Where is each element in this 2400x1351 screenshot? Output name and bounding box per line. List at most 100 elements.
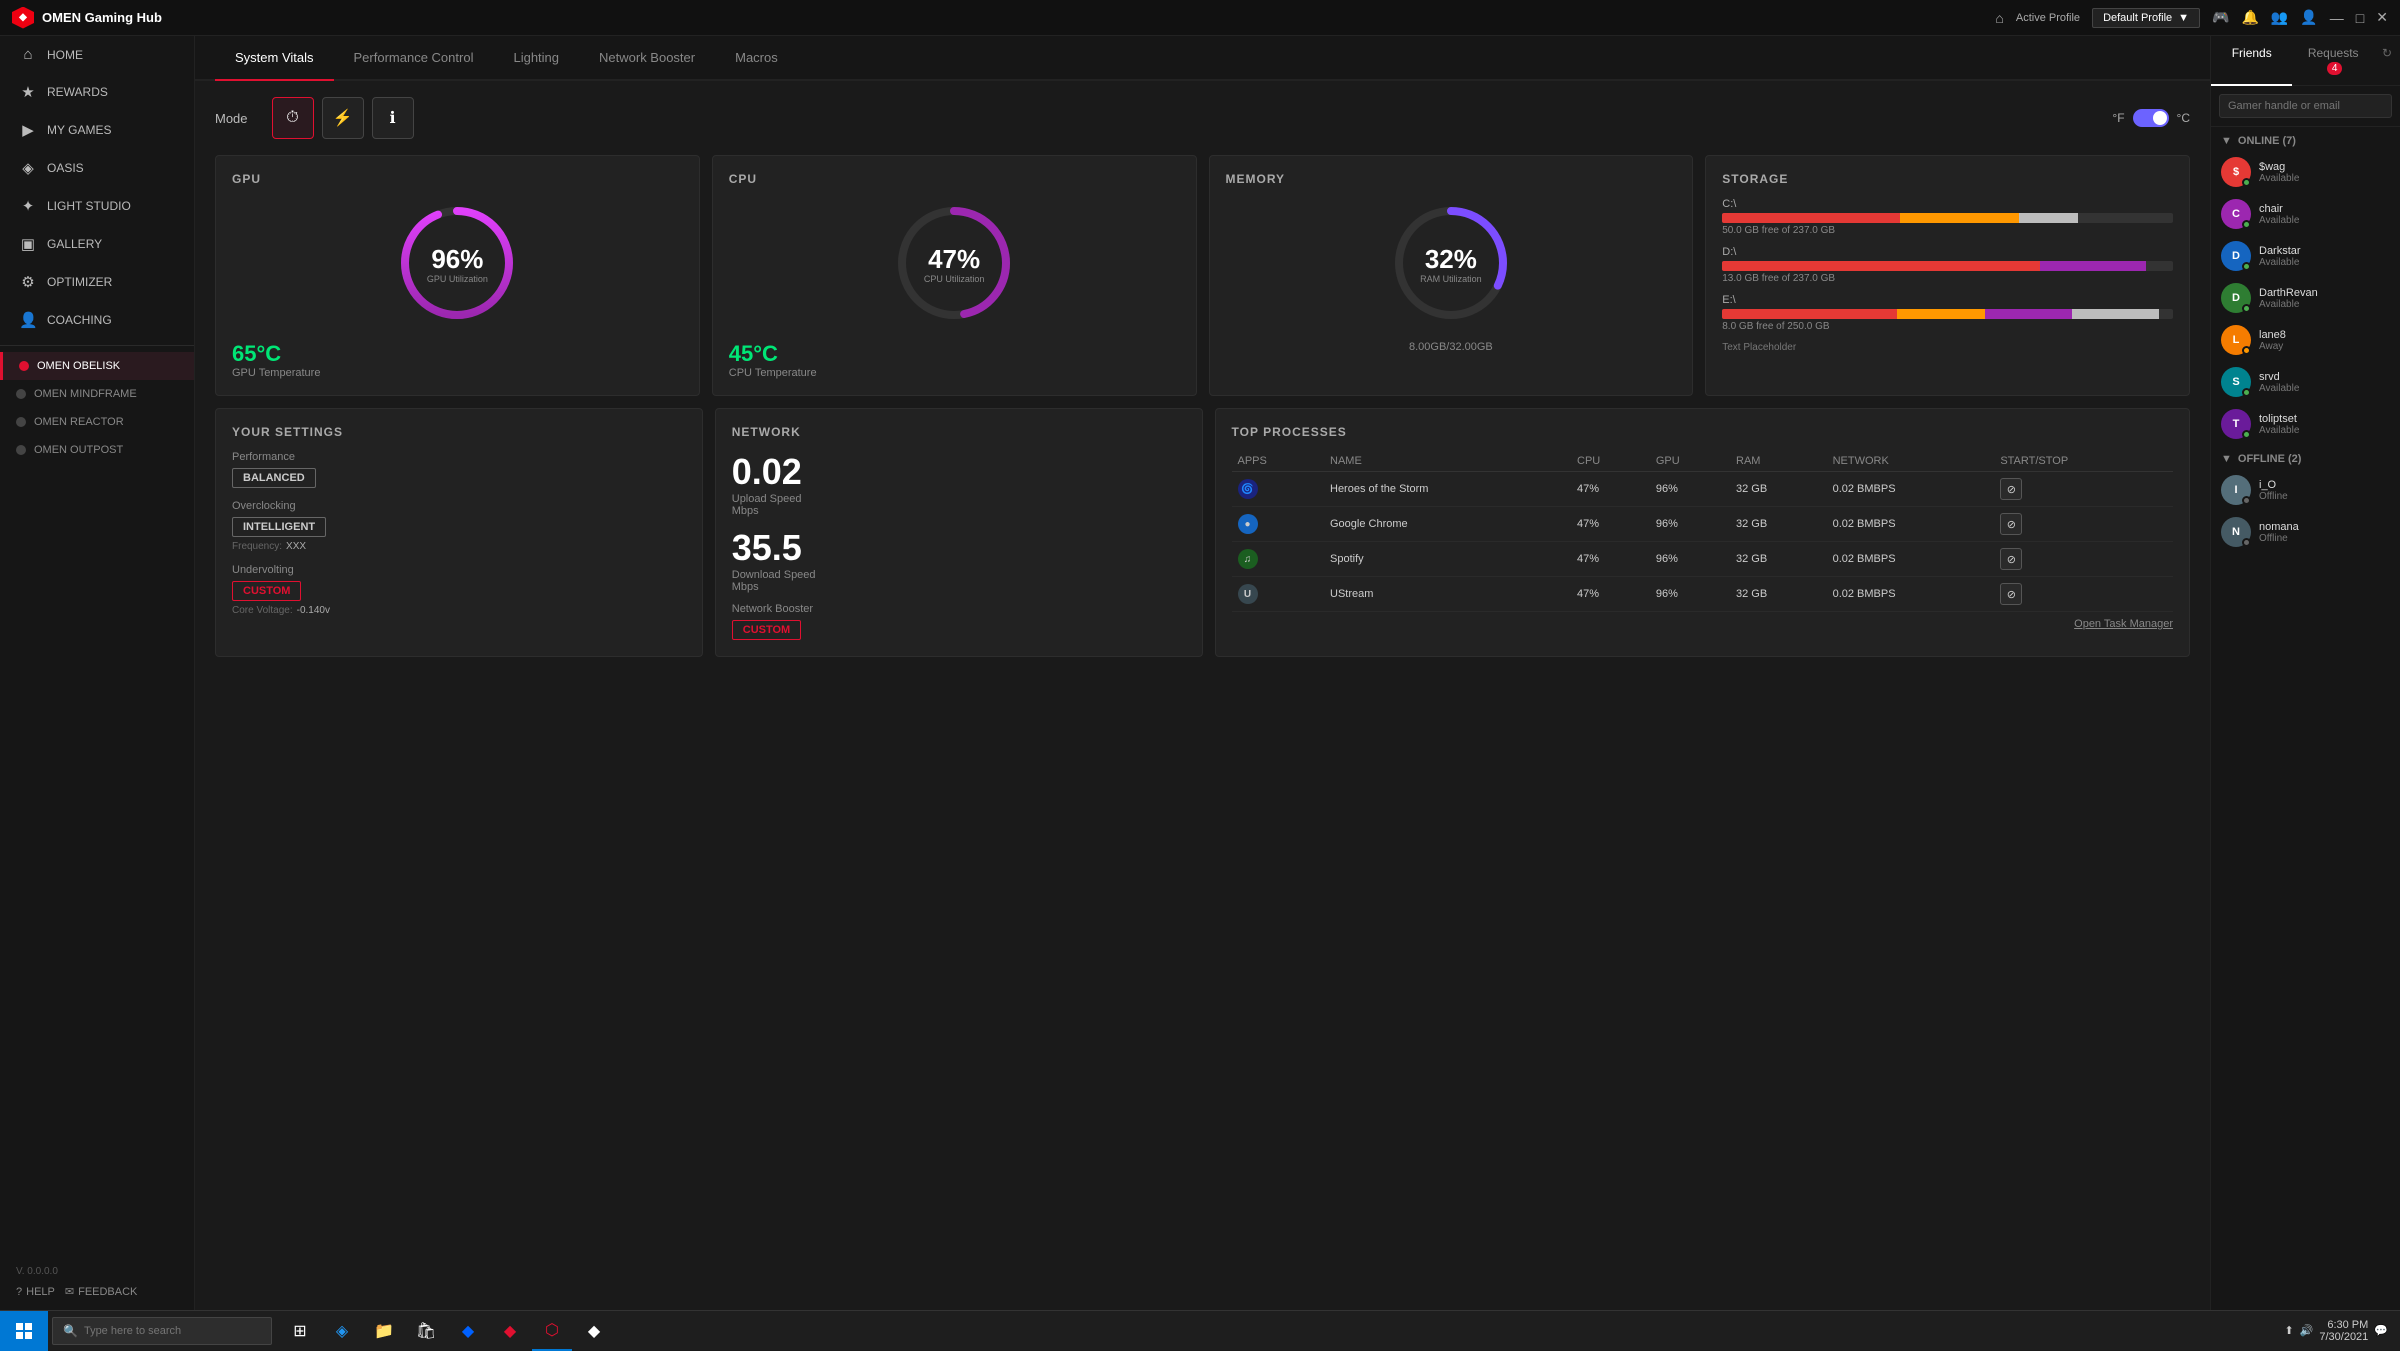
sidebar-device-omen-outpost[interactable]: OMEN OUTPOST xyxy=(0,436,194,464)
gamepad-icon[interactable]: 🎮 xyxy=(2212,9,2229,26)
sidebar-item-label: GALLERY xyxy=(47,237,102,251)
taskbar-clock: 6:30 PM 7/30/2021 xyxy=(2319,1319,2368,1343)
bottom-cards-grid: YOUR SETTINGS Performance BALANCED Overc… xyxy=(215,408,2190,657)
feedback-label: FEEDBACK xyxy=(78,1286,137,1298)
cpu-temp-label: CPU Temperature xyxy=(729,367,1180,379)
sidebar-item-oasis[interactable]: ◈ OASIS xyxy=(0,149,194,187)
app-gpu: 96% xyxy=(1650,472,1730,507)
friend-status-dot xyxy=(2242,262,2251,271)
app-taskbar-icon[interactable]: ⬡ xyxy=(532,1311,572,1351)
overclocking-label: Overclocking xyxy=(232,500,686,512)
friend-info: Darkstar Available xyxy=(2259,245,2390,268)
sidebar-device-omen-reactor[interactable]: OMEN REACTOR xyxy=(0,408,194,436)
frequency-label: Frequency: xyxy=(232,541,282,552)
tab-friends[interactable]: Friends xyxy=(2211,36,2292,86)
app-icon-cell: 🌀 xyxy=(1232,472,1325,507)
dropbox-icon[interactable]: ◆ xyxy=(448,1311,488,1351)
friend-status: Offline xyxy=(2259,533,2390,544)
friend-item-online[interactable]: D Darkstar Available xyxy=(2211,235,2400,277)
profile-dropdown[interactable]: Default Profile ▼ xyxy=(2092,8,2200,28)
mode-icon-performance[interactable]: ⏱ xyxy=(272,97,314,139)
gpu-gauge-wrap: 96% GPU Utilization xyxy=(392,198,522,331)
friend-item-offline[interactable]: I i_O Offline xyxy=(2211,469,2400,511)
friend-item-online[interactable]: S srvd Available xyxy=(2211,361,2400,403)
task-view-icon[interactable]: ⊞ xyxy=(280,1311,320,1351)
mode-icon-turbo[interactable]: ⚡ xyxy=(322,97,364,139)
tab-system-vitals[interactable]: System Vitals xyxy=(215,36,334,81)
extra-icon[interactable]: ◆ xyxy=(574,1311,614,1351)
friend-status-dot xyxy=(2242,538,2251,547)
bell-icon[interactable]: 🔔 xyxy=(2241,9,2258,26)
stop-button[interactable]: ⊘ xyxy=(2000,548,2022,570)
app-title: OMEN Gaming Hub xyxy=(42,10,162,25)
tab-performance-control[interactable]: Performance Control xyxy=(334,36,494,81)
friends-search-input[interactable] xyxy=(2219,94,2392,118)
upload-speed: 0.02 xyxy=(732,451,1186,493)
sidebar-item-light-studio[interactable]: ✦ LIGHT STUDIO xyxy=(0,187,194,225)
app-stop-cell: ⊘ xyxy=(1994,577,2173,612)
sidebar-item-gallery[interactable]: ▣ GALLERY xyxy=(0,225,194,263)
friend-item-offline[interactable]: N nomana Offline xyxy=(2211,511,2400,553)
stop-button[interactable]: ⊘ xyxy=(2000,583,2022,605)
help-link[interactable]: ? HELP xyxy=(16,1286,55,1298)
temp-f-label: °F xyxy=(2112,111,2124,125)
friend-item-online[interactable]: D DarthRevan Available xyxy=(2211,277,2400,319)
temp-toggle-switch[interactable] xyxy=(2133,109,2169,127)
sidebar-item-optimizer[interactable]: ⚙ OPTIMIZER xyxy=(0,263,194,301)
app-gpu: 96% xyxy=(1650,577,1730,612)
sidebar-item-coaching[interactable]: 👤 COACHING xyxy=(0,301,194,339)
storage-drive-d: D:\ 13.0 GB free of 237.0 GB xyxy=(1722,246,2173,284)
store-icon[interactable]: 🛍 xyxy=(406,1311,446,1351)
open-task-manager-link[interactable]: Open Task Manager xyxy=(1232,612,2174,630)
network-title: NETWORK xyxy=(732,425,1186,439)
tab-lighting[interactable]: Lighting xyxy=(493,36,579,81)
stop-button[interactable]: ⊘ xyxy=(2000,478,2022,500)
maximize-button[interactable]: □ xyxy=(2356,10,2364,26)
taskbar-search-box[interactable]: 🔍 xyxy=(52,1317,272,1345)
upload-unit: Mbps xyxy=(732,505,1186,517)
close-button[interactable]: ✕ xyxy=(2376,9,2388,26)
start-button[interactable] xyxy=(0,1311,48,1351)
gpu-title: GPU xyxy=(232,172,683,186)
tab-requests[interactable]: Requests 4 xyxy=(2292,36,2373,86)
gpu-utilization-label: GPU Utilization xyxy=(427,274,488,284)
omen-taskbar-icon[interactable]: ◆ xyxy=(490,1311,530,1351)
friends-tabs: Friends Requests 4 ↻ xyxy=(2211,36,2400,86)
tab-macros[interactable]: Macros xyxy=(715,36,798,81)
friend-name: nomana xyxy=(2259,521,2390,533)
friend-item-online[interactable]: L lane8 Away xyxy=(2211,319,2400,361)
stop-button[interactable]: ⊘ xyxy=(2000,513,2022,535)
edge-icon[interactable]: ◈ xyxy=(322,1311,362,1351)
sidebar-device-omen-obelisk[interactable]: OMEN OBELISK xyxy=(0,352,194,380)
avatar-icon[interactable]: 👤 xyxy=(2300,9,2317,26)
notification-icon[interactable]: 💬 xyxy=(2374,1324,2388,1337)
app-cpu: 47% xyxy=(1571,507,1650,542)
home-icon[interactable]: ⌂ xyxy=(1995,10,2003,26)
undervolting-badge: CUSTOM xyxy=(232,581,301,601)
people-icon[interactable]: 👥 xyxy=(2271,9,2288,26)
sidebar-device-omen-mindframe[interactable]: OMEN MINDFRAME xyxy=(0,380,194,408)
taskbar-right: ⬆ 🔊 6:30 PM 7/30/2021 💬 xyxy=(2284,1319,2400,1343)
friend-item-online[interactable]: $ $wag Available xyxy=(2211,151,2400,193)
memory-card: MEMORY 32% RAM Utilization xyxy=(1209,155,1694,396)
app-icon-cell: U xyxy=(1232,577,1325,612)
sidebar-item-rewards[interactable]: ★ REWARDS xyxy=(0,73,194,111)
tab-network-booster[interactable]: Network Booster xyxy=(579,36,715,81)
taskbar-search-input[interactable] xyxy=(84,1325,244,1337)
storage-card: STORAGE C:\ 50.0 GB free of 237.0 GB xyxy=(1705,155,2190,396)
folder-icon[interactable]: 📁 xyxy=(364,1311,404,1351)
drive-d-label: D:\ xyxy=(1722,246,2173,258)
sidebar-item-my-games[interactable]: ▶ MY GAMES xyxy=(0,111,194,149)
friend-item-online[interactable]: C chair Available xyxy=(2211,193,2400,235)
feedback-link[interactable]: ✉ FEEDBACK xyxy=(65,1285,138,1298)
minimize-button[interactable]: — xyxy=(2330,10,2344,26)
friend-info: toliptset Available xyxy=(2259,413,2390,436)
friend-item-online[interactable]: T toliptset Available xyxy=(2211,403,2400,445)
storage-placeholder: Text Placeholder xyxy=(1722,342,2173,353)
taskbar: 🔍 ⊞ ◈ 📁 🛍 ◆ ◆ ⬡ ◆ ⬆ 🔊 6:30 PM 7/30/2021 … xyxy=(0,1310,2400,1350)
refresh-icon[interactable]: ↻ xyxy=(2374,36,2400,85)
sidebar-item-home[interactable]: ⌂ HOME xyxy=(0,36,194,73)
storage-drive-e: E:\ 8.0 GB free of 250.0 GB xyxy=(1722,294,2173,332)
mode-icon-info[interactable]: ℹ xyxy=(372,97,414,139)
network-card: NETWORK 0.02 Upload Speed Mbps 35.5 Down xyxy=(715,408,1203,657)
